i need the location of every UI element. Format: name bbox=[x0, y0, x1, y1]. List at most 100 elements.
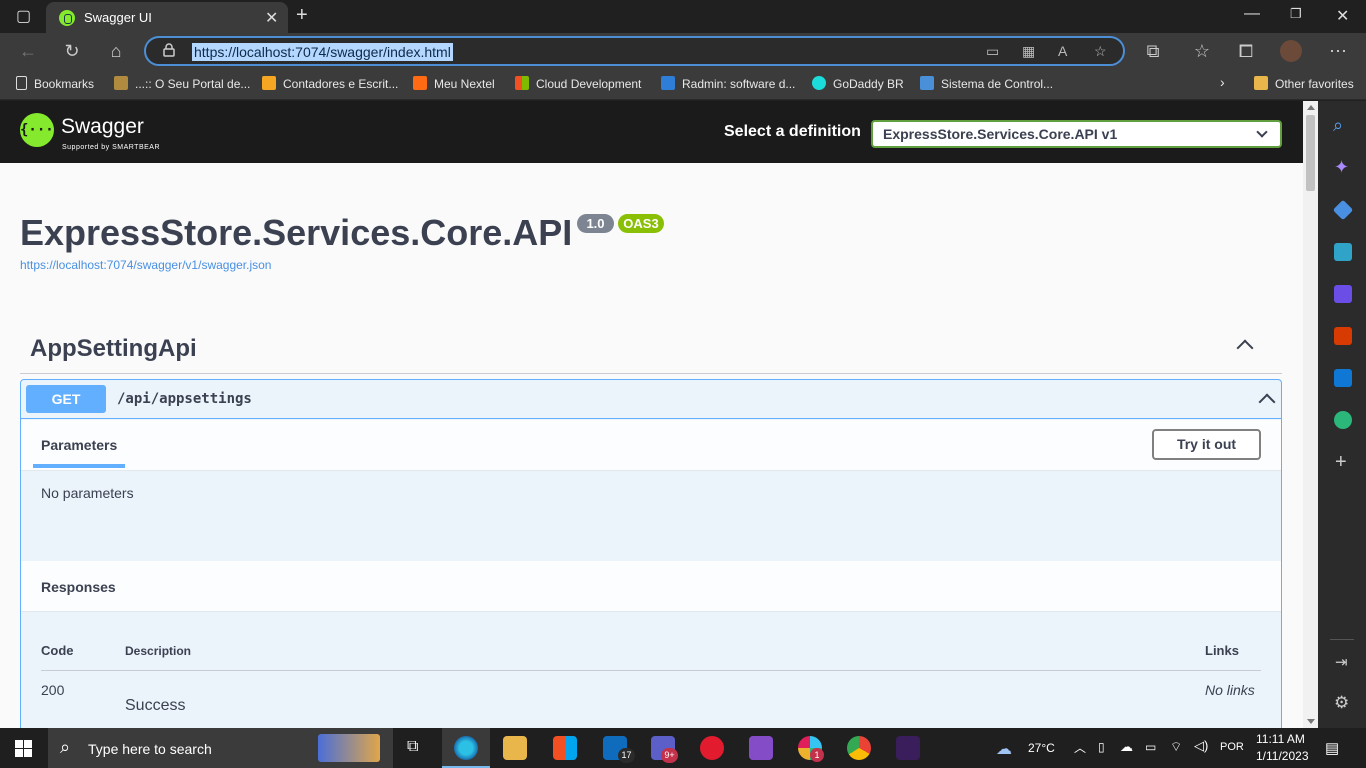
battery-icon[interactable]: ▭ bbox=[1145, 740, 1156, 754]
weather-icon[interactable]: ☁ bbox=[996, 739, 1012, 759]
windows-taskbar: ⌕ Type here to search ⧉ 17 9+ 1 ☁ 27°C ︿… bbox=[0, 728, 1366, 768]
file-explorer-icon[interactable] bbox=[503, 736, 527, 760]
app-available-icon[interactable]: ▭ bbox=[986, 43, 999, 60]
outlook-icon[interactable] bbox=[1334, 369, 1352, 387]
browser-tab[interactable]: Swagger UI ✕ bbox=[46, 2, 288, 33]
taskbar-search[interactable]: ⌕ Type here to search bbox=[48, 728, 393, 768]
window-close-icon[interactable]: ✕ bbox=[1336, 6, 1349, 26]
responses-title: Responses bbox=[41, 579, 116, 595]
api-title: ExpressStore.Services.Core.API bbox=[20, 212, 573, 253]
chevron-up-icon[interactable] bbox=[1236, 339, 1254, 357]
clock-date[interactable]: 1/11/2023 bbox=[1256, 749, 1309, 763]
tab-close-icon[interactable]: ✕ bbox=[265, 8, 278, 28]
divider bbox=[41, 670, 1261, 671]
qr-icon[interactable]: ▦ bbox=[1022, 43, 1035, 60]
scroll-down-icon[interactable] bbox=[1307, 719, 1315, 724]
response-code: 200 bbox=[41, 682, 65, 698]
tray-chevron-up-icon[interactable]: ︿ bbox=[1074, 739, 1086, 756]
browser-titlebar: ▢ Swagger UI ✕ + — ❐ ✕ bbox=[0, 0, 1366, 33]
collections-icon[interactable]: ⧠ bbox=[1236, 41, 1256, 62]
visual-studio-icon[interactable] bbox=[749, 736, 773, 760]
navigation-bar: ← ↻ ⌂ https://localhost:7074/swagger/ind… bbox=[0, 33, 1366, 69]
divider bbox=[20, 373, 1282, 374]
bookmark-item[interactable]: Bookmarks bbox=[16, 76, 94, 91]
add-sidebar-app-icon[interactable]: + bbox=[1335, 451, 1347, 474]
minimize-icon[interactable]: — bbox=[1244, 5, 1260, 23]
hide-sidebar-icon[interactable]: ⇥ bbox=[1335, 653, 1348, 671]
red-app-icon[interactable] bbox=[700, 736, 724, 760]
tab-title: Swagger UI bbox=[84, 10, 152, 25]
tree-icon[interactable] bbox=[1334, 411, 1352, 429]
tab-parameters[interactable]: Parameters bbox=[41, 437, 117, 453]
bookmark-label: Sistema de Control... bbox=[941, 77, 1054, 91]
bookmark-item[interactable]: Sistema de Control... bbox=[920, 76, 1053, 91]
tray-device-icon[interactable]: ▯ bbox=[1098, 740, 1105, 754]
shopping-tag-icon[interactable] bbox=[1332, 199, 1354, 221]
games-icon[interactable] bbox=[1334, 285, 1352, 303]
windows-start-icon[interactable] bbox=[15, 740, 32, 757]
search-icon[interactable]: ⌕ bbox=[1333, 115, 1343, 136]
swagger-logo-icon[interactable]: {···} bbox=[20, 113, 62, 147]
chevron-up-icon[interactable] bbox=[1258, 393, 1276, 411]
back-icon[interactable]: ← bbox=[18, 41, 38, 62]
gplus-icon bbox=[262, 76, 276, 90]
bookmarks-overflow-icon[interactable]: › bbox=[1220, 74, 1225, 90]
profile-avatar[interactable] bbox=[1280, 40, 1302, 62]
gear-icon[interactable]: ⚙ bbox=[1334, 693, 1349, 713]
restore-icon[interactable]: ❐ bbox=[1290, 6, 1302, 22]
other-favorites[interactable]: Other favorites bbox=[1254, 76, 1354, 91]
task-view-icon[interactable]: ⧉ bbox=[407, 738, 418, 756]
input-language[interactable]: POR bbox=[1220, 741, 1244, 753]
url-text[interactable]: https://localhost:7074/swagger/index.htm… bbox=[192, 43, 453, 61]
volume-icon[interactable]: ◁) bbox=[1194, 738, 1208, 754]
spec-url-link[interactable]: https://localhost:7074/swagger/v1/swagge… bbox=[20, 258, 271, 272]
try-it-out-button[interactable]: Try it out bbox=[1152, 429, 1261, 460]
favorites-icon[interactable]: ☆ bbox=[1192, 41, 1212, 62]
chrome-icon[interactable] bbox=[847, 736, 871, 760]
tab-actions-icon[interactable]: ▢ bbox=[16, 6, 31, 26]
tools-icon[interactable] bbox=[1334, 243, 1352, 261]
page-scrollbar[interactable] bbox=[1303, 101, 1318, 728]
column-header-links: Links bbox=[1205, 643, 1239, 658]
add-favorite-icon[interactable]: ☆ bbox=[1094, 43, 1107, 60]
nextel-icon bbox=[413, 76, 427, 90]
bookmark-item[interactable]: Cloud Development bbox=[515, 76, 641, 91]
taskbar-app-edge[interactable] bbox=[442, 728, 490, 768]
address-bar[interactable]: https://localhost:7074/swagger/index.htm… bbox=[144, 36, 1125, 66]
tag-title[interactable]: AppSettingApi bbox=[30, 335, 197, 363]
terminal-icon[interactable] bbox=[896, 736, 920, 760]
chevron-down-icon bbox=[1256, 126, 1268, 138]
bookmark-item[interactable]: GoDaddy BR bbox=[812, 76, 904, 91]
bookmark-item[interactable]: ...:: O Seu Portal de... bbox=[114, 76, 250, 91]
read-aloud-icon[interactable]: A bbox=[1058, 43, 1067, 59]
weather-temperature[interactable]: 27°C bbox=[1028, 741, 1055, 755]
store-icon[interactable] bbox=[553, 736, 577, 760]
operation-summary[interactable]: GET /api/appsettings bbox=[21, 380, 1281, 419]
definition-select[interactable]: ExpressStore.Services.Core.API v1 bbox=[871, 120, 1282, 148]
bookmark-item[interactable]: Meu Nextel bbox=[413, 76, 495, 91]
bookmark-label: Cloud Development bbox=[536, 77, 642, 91]
operation-path: /api/appsettings bbox=[117, 391, 252, 407]
clock-time[interactable]: 11:11 AM bbox=[1256, 732, 1305, 746]
wifi-icon[interactable]: ⌔ bbox=[1170, 739, 1182, 755]
more-menu-icon[interactable]: ⋯ bbox=[1328, 41, 1348, 62]
refresh-icon[interactable]: ↻ bbox=[62, 41, 82, 62]
taskbar-search-placeholder: Type here to search bbox=[88, 741, 212, 757]
divider bbox=[1330, 639, 1354, 640]
responses-header: Responses bbox=[21, 561, 1281, 612]
new-tab-icon[interactable]: + bbox=[296, 4, 308, 27]
bookmark-item[interactable]: Radmin: software d... bbox=[661, 76, 795, 91]
discover-icon[interactable]: ✦ bbox=[1334, 157, 1349, 178]
office-icon[interactable] bbox=[1334, 327, 1352, 345]
folder-icon bbox=[1254, 76, 1268, 90]
onedrive-icon[interactable]: ☁ bbox=[1120, 739, 1133, 755]
home-icon[interactable]: ⌂ bbox=[106, 41, 126, 62]
slack-badge: 1 bbox=[810, 748, 824, 762]
extensions-icon[interactable]: ⧉ bbox=[1143, 41, 1163, 62]
search-highlight-image[interactable] bbox=[318, 734, 380, 762]
bookmark-label: Bookmarks bbox=[34, 77, 95, 91]
bookmark-item[interactable]: Contadores e Escrit... bbox=[262, 76, 398, 91]
scroll-up-icon[interactable] bbox=[1307, 105, 1315, 110]
scroll-thumb[interactable] bbox=[1306, 115, 1315, 191]
notifications-icon[interactable]: ▤ bbox=[1325, 739, 1339, 757]
